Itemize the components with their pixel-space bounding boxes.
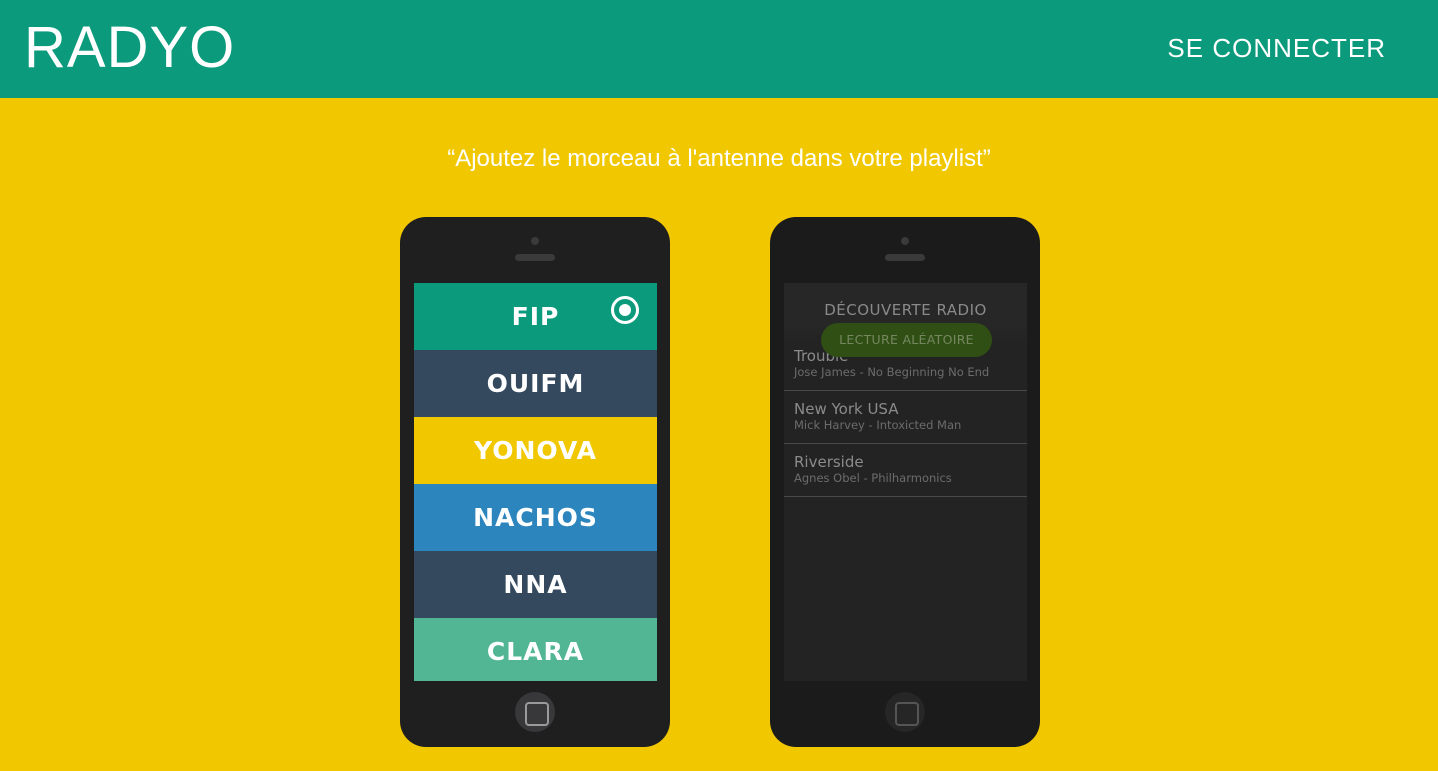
top-navigation-bar: RADYO SE CONNECTER [0,0,1438,98]
phone-speaker [885,254,925,261]
track-item[interactable]: New York USA Mick Harvey - Intoxicted Ma… [784,391,1027,444]
phone-camera [531,237,539,245]
random-play-button[interactable]: LECTURE ALÉATOIRE [821,323,992,357]
phone-mockup-stations: FIP OUIFM YONOVA NACHOS NNA CLARA [400,217,670,747]
station-item-nna[interactable]: NNA [414,551,657,618]
station-item-fip[interactable]: FIP [414,283,657,350]
station-item-yonova[interactable]: YONOVA [414,417,657,484]
track-list: Trouble Jose James - No Beginning No End… [784,339,1027,497]
discovery-title: DÉCOUVERTE RADIO [824,301,987,319]
phone-camera [901,237,909,245]
login-link[interactable]: SE CONNECTER [1167,33,1386,63]
station-label: YONOVA [474,436,597,465]
discovery-screen: Trouble Jose James - No Beginning No End… [784,283,1027,681]
track-subtitle: Jose James - No Beginning No End [794,365,990,379]
home-button-icon[interactable] [885,692,925,732]
logo[interactable]: RADYO [24,19,235,77]
radio-selected-icon [611,296,639,324]
track-title: New York USA [794,400,899,418]
station-label: FIP [511,302,560,331]
station-item-nachos[interactable]: NACHOS [414,484,657,551]
track-subtitle: Agnes Obel - Philharmonics [794,471,952,485]
track-title: Riverside [794,453,864,471]
station-item-clara[interactable]: CLARA [414,618,657,681]
track-item[interactable]: Riverside Agnes Obel - Philharmonics [784,444,1027,497]
tagline: “Ajoutez le morceau à l'antenne dans vot… [447,145,991,172]
phone-mockup-discovery: Trouble Jose James - No Beginning No End… [770,217,1040,747]
station-list-screen: FIP OUIFM YONOVA NACHOS NNA CLARA [414,283,657,681]
station-label: CLARA [486,637,585,666]
track-subtitle: Mick Harvey - Intoxicted Man [794,418,962,432]
home-button-icon[interactable] [515,692,555,732]
station-label: OUIFM [486,369,585,398]
station-label: NNA [503,570,568,599]
phone-speaker [515,254,555,261]
station-item-ouifm[interactable]: OUIFM [414,350,657,417]
station-label: NACHOS [473,503,598,532]
